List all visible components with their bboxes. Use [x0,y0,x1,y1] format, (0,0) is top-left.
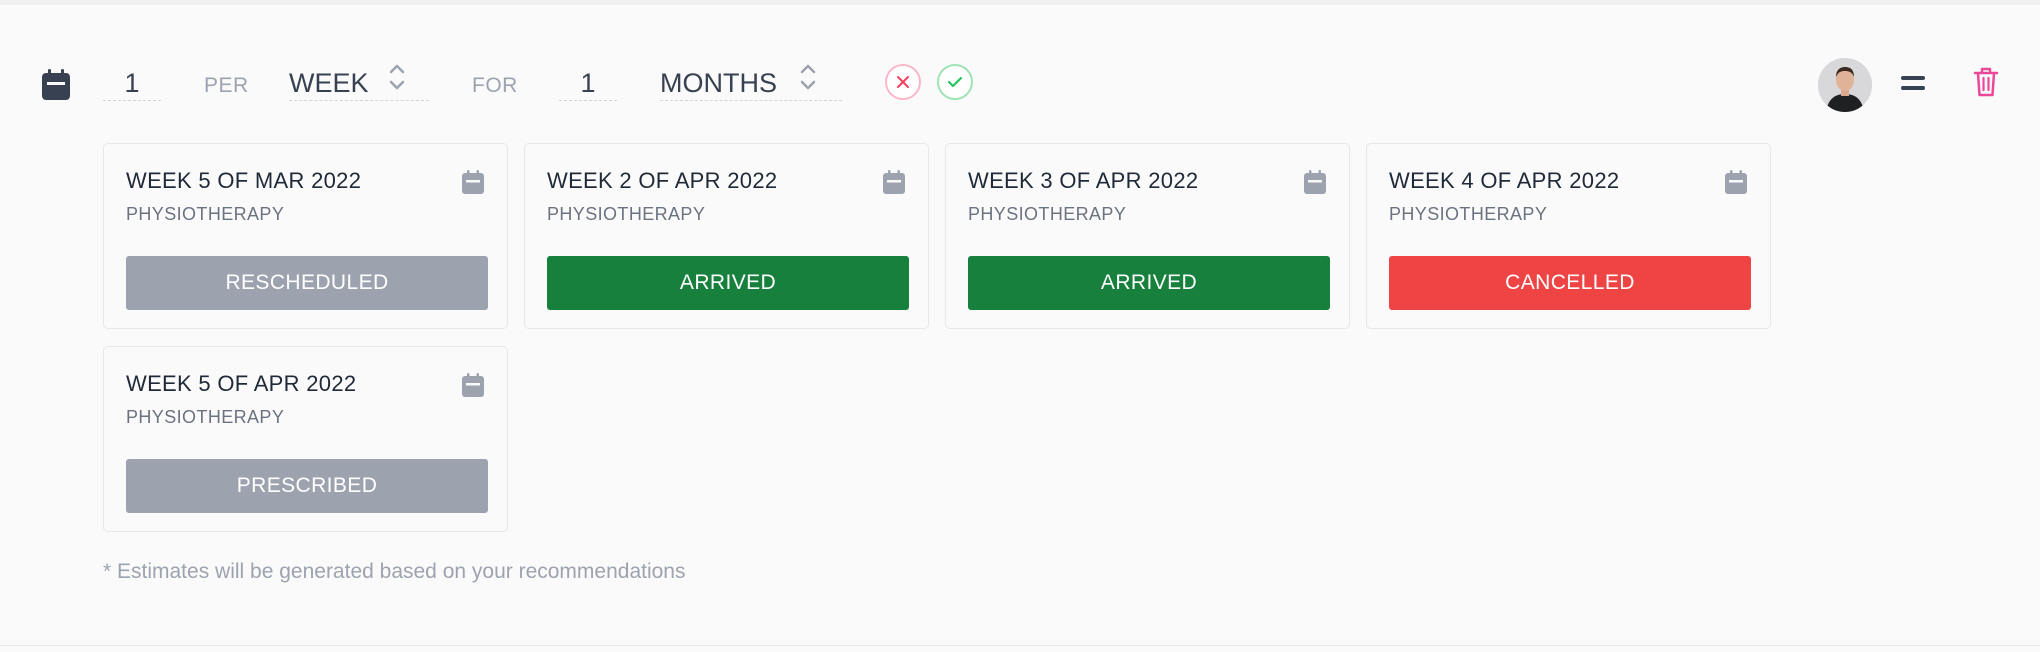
duration-unit-value: MONTHS [660,67,777,98]
session-card: WEEK 5 OF APR 2022 PHYSIOTHERAPY PRESCRI… [103,346,508,532]
session-card: WEEK 5 OF MAR 2022 PHYSIOTHERAPY RESCHED… [103,143,508,329]
session-card: WEEK 2 OF APR 2022 PHYSIOTHERAPY ARRIVED [524,143,929,329]
bottom-divider [0,645,2040,646]
recurrence-row: 1 PER WEEK FOR 1 MONTHS [0,56,2040,112]
period-select[interactable]: WEEK [289,66,429,101]
status-button-prescribed[interactable]: PRESCRIBED [126,459,488,513]
session-title: WEEK 4 OF APR 2022 [1389,168,1620,193]
calendar-icon[interactable] [882,169,906,195]
per-label: PER [204,74,249,97]
calendar-icon[interactable] [1303,169,1327,195]
status-button-arrived[interactable]: ARRIVED [968,256,1330,310]
close-icon [897,76,909,88]
frequency-count-input[interactable]: 1 [103,66,161,101]
confirm-button[interactable] [937,64,973,100]
session-title: WEEK 5 OF MAR 2022 [126,168,362,193]
top-border [0,0,2040,5]
session-title: WEEK 5 OF APR 2022 [126,371,357,396]
check-icon [947,76,963,88]
status-button-rescheduled[interactable]: RESCHEDULED [126,256,488,310]
session-type: PHYSIOTHERAPY [1389,204,1548,224]
calendar-icon[interactable] [461,169,485,195]
drag-handle-icon[interactable] [1900,72,1926,94]
avatar-image [1818,58,1872,112]
for-label: FOR [472,74,518,97]
calendar-icon[interactable] [1724,169,1748,195]
calendar-icon[interactable] [461,372,485,398]
session-title: WEEK 3 OF APR 2022 [968,168,1199,193]
session-type: PHYSIOTHERAPY [968,204,1127,224]
cancel-button[interactable] [885,64,921,100]
duration-count-input[interactable]: 1 [559,66,617,101]
session-type: PHYSIOTHERAPY [547,204,706,224]
period-select-value: WEEK [289,67,369,98]
session-type: PHYSIOTHERAPY [126,204,285,224]
select-arrows-icon [389,64,405,90]
avatar[interactable] [1818,58,1872,112]
estimates-footnote: * Estimates will be generated based on y… [103,560,686,583]
session-card: WEEK 4 OF APR 2022 PHYSIOTHERAPY CANCELL… [1366,143,1771,329]
session-title: WEEK 2 OF APR 2022 [547,168,778,193]
status-button-cancelled[interactable]: CANCELLED [1389,256,1751,310]
select-arrows-icon [800,64,816,90]
calendar-icon[interactable] [40,68,72,102]
session-type: PHYSIOTHERAPY [126,407,285,427]
trash-icon[interactable] [1973,66,1999,98]
session-card: WEEK 3 OF APR 2022 PHYSIOTHERAPY ARRIVED [945,143,1350,329]
status-button-arrived[interactable]: ARRIVED [547,256,909,310]
